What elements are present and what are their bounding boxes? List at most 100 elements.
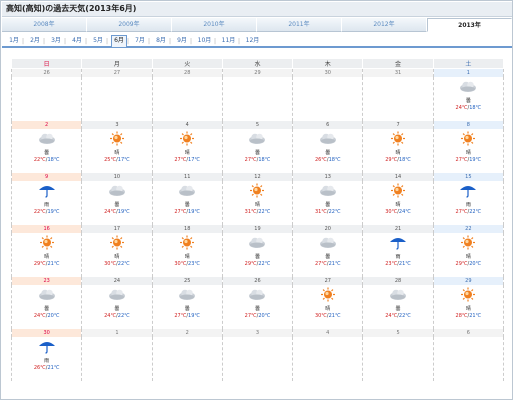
month-link[interactable]: 6月: [111, 35, 127, 48]
high-temp: 31℃: [314, 209, 327, 215]
weekday-header: 金: [362, 58, 434, 69]
day-weather-cell: [362, 337, 434, 381]
date-row: 23 24 25 26 27 28 29: [10, 277, 505, 285]
weather-label: 雨: [44, 358, 50, 364]
day-weather-cell: 曇 22℃/18℃: [10, 129, 83, 173]
day-weather: [223, 77, 292, 121]
month-link[interactable]: 3月: [48, 35, 64, 47]
weather-label: 曇: [184, 202, 190, 208]
day-number: 3: [82, 121, 152, 129]
day-number: 27: [82, 69, 152, 77]
year-tab[interactable]: 2009年: [87, 18, 172, 32]
day-weather-cell: 晴 29℃/18℃: [362, 129, 434, 173]
year-tab[interactable]: 2011年: [257, 18, 342, 32]
high-temp: 27℃: [244, 313, 257, 319]
low-temp: 21℃: [328, 313, 341, 319]
day-weather: 晴 31℃/22℃: [223, 181, 292, 225]
month-link[interactable]: 5月: [90, 35, 106, 47]
day-weather: 晴 30℃/22℃: [82, 233, 151, 277]
day-weather: 曇 24℃/22℃: [82, 285, 151, 329]
low-temp: 21℃: [469, 313, 482, 319]
day-weather-cell: 曇 24℃/22℃: [362, 285, 434, 329]
high-temp: 29℃: [385, 157, 398, 163]
day-number: 8: [433, 121, 503, 129]
temperature-range: 27℃/17℃: [153, 157, 222, 164]
date-cell: 5: [221, 121, 294, 129]
date-cell: 27: [81, 68, 153, 77]
day-weather-cell: 曇 27℃/21℃: [292, 233, 364, 277]
day-weather-cell: [151, 77, 223, 121]
temperature-range: 28℃/21℃: [434, 313, 503, 320]
date-cell: 9: [10, 173, 83, 181]
cloudy-icon: [457, 79, 479, 94]
high-temp: 24℃: [33, 313, 46, 319]
day-number: 17: [82, 225, 152, 233]
temperature-range: 29℃/21℃: [12, 261, 81, 268]
weather-label: 晴: [114, 150, 120, 156]
low-temp: 19℃: [469, 157, 482, 163]
temperature-range: 29℃/20℃: [434, 261, 503, 268]
temperature-range: 29℃/18℃: [363, 157, 432, 164]
day-weather: [82, 77, 151, 121]
day-weather-cell: 曇 27℃/19℃: [151, 285, 223, 329]
year-tab[interactable]: 2012年: [342, 18, 427, 32]
day-weather: 曇 22℃/18℃: [12, 129, 81, 173]
temperature-range: 27℃/19℃: [153, 209, 222, 216]
day-weather-cell: 雨 26℃/21℃: [10, 337, 83, 381]
weather-label: 晴: [465, 150, 471, 156]
low-temp: 20℃: [258, 313, 271, 319]
low-temp: 18℃: [398, 157, 411, 163]
day-weather: [293, 337, 362, 381]
high-temp: 24℃: [385, 313, 398, 319]
low-temp: 22℃: [258, 261, 271, 267]
date-cell: 27: [292, 277, 364, 285]
date-cell: 2: [151, 329, 223, 337]
month-link[interactable]: 10月: [195, 35, 214, 47]
high-temp: 24℃: [455, 105, 468, 111]
date-cell: 19: [221, 225, 294, 233]
day-weather-cell: 雨 23℃/21℃: [362, 233, 434, 277]
year-tab[interactable]: 2008年: [2, 18, 87, 32]
month-link[interactable]: 12月: [243, 35, 262, 47]
day-weather-cell: 晴 27℃/17℃: [151, 129, 223, 173]
date-cell: 6: [432, 329, 505, 337]
day-weather-cell: 晴 31℃/22℃: [221, 181, 294, 225]
weather-row: 晴 29℃/21℃ 晴 30℃/22℃ 晴 30℃/23℃ 曇 29℃/22℃ 曇 27℃/21℃…: [10, 233, 505, 277]
temperature-range: 30℃/23℃: [153, 261, 222, 268]
month-link[interactable]: 11月: [219, 35, 238, 47]
month-link[interactable]: 8月: [153, 35, 169, 47]
day-number: 1: [82, 329, 152, 337]
cloudy-icon: [176, 183, 198, 198]
cloudy-icon: [387, 287, 409, 302]
day-number: 14: [363, 173, 433, 181]
day-weather: [12, 77, 81, 121]
month-link[interactable]: 7月: [132, 35, 148, 47]
high-temp: 22℃: [33, 157, 46, 163]
temperature-range: 25℃/17℃: [82, 157, 151, 164]
temperature-range: 22℃/19℃: [12, 209, 81, 216]
day-weather: 晴 27℃/17℃: [153, 129, 222, 173]
date-cell: 22: [432, 225, 505, 233]
weather-label: 晴: [395, 150, 401, 156]
low-temp: 21℃: [47, 261, 60, 267]
month-link[interactable]: 2月: [27, 35, 43, 47]
day-weather: 雨 27℃/22℃: [434, 181, 503, 225]
low-temp: 18℃: [47, 157, 60, 163]
year-tab[interactable]: 2010年: [172, 18, 257, 32]
high-temp: 29℃: [33, 261, 46, 267]
day-number: 1: [433, 69, 503, 77]
date-cell: 5: [362, 329, 434, 337]
weather-label: 晴: [44, 254, 50, 260]
month-link[interactable]: 9月: [174, 35, 190, 47]
month-link[interactable]: 1月: [6, 35, 22, 47]
day-weather-cell: 曇 27℃/18℃: [221, 129, 294, 173]
high-temp: 28℃: [455, 313, 468, 319]
weather-label: 晴: [395, 202, 401, 208]
year-tabs: 2008年 2009年 2010年 2011年 2012年 2013年: [2, 18, 512, 32]
temperature-range: 27℃/19℃: [434, 157, 503, 164]
month-link[interactable]: 4月: [69, 35, 85, 47]
weather-label: 晴: [114, 254, 120, 260]
year-tab[interactable]: 2013年: [427, 18, 512, 32]
date-cell: 16: [10, 225, 83, 233]
date-cell: 10: [81, 173, 153, 181]
